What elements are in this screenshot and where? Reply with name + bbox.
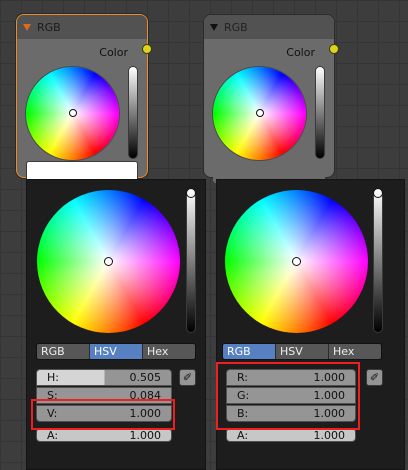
color-wheel[interactable] — [213, 67, 306, 160]
field-value: 1.000 — [313, 407, 346, 420]
field-value: 1.000 — [129, 407, 162, 420]
wheel-cursor[interactable] — [69, 109, 77, 117]
field-label: S: — [47, 389, 58, 402]
rgb-fields: R: 1.000 G: 1.000 B: 1.000 A: 1.000 — [226, 369, 356, 443]
node-header[interactable]: RGB — [17, 15, 147, 39]
hsv-fields: H: 0.505 S: 0.084 V: 1.000 A: 1.000 — [36, 369, 172, 443]
eyedropper-icon[interactable]: ✐ — [366, 369, 383, 386]
color-wheel[interactable] — [26, 67, 119, 160]
color-wheel[interactable] — [37, 190, 180, 333]
tab-hex[interactable]: Hex — [143, 344, 195, 359]
collapse-arrow-icon[interactable] — [210, 23, 218, 31]
wheel-cursor[interactable] — [256, 109, 264, 117]
value-slider[interactable] — [128, 66, 138, 159]
tab-hsv[interactable]: HSV — [276, 344, 329, 359]
field-value: 1.000 — [313, 389, 346, 402]
value-slider-knob[interactable] — [186, 188, 196, 198]
tab-rgb[interactable]: RGB — [37, 344, 90, 359]
field-value: 0.084 — [129, 389, 162, 402]
rgb-node-selected[interactable]: RGB Color — [16, 14, 152, 183]
alpha-field[interactable]: A: 1.000 — [226, 428, 356, 442]
alpha-field[interactable]: A: 1.000 — [36, 428, 172, 442]
socket-label: Color — [286, 46, 315, 59]
tab-hsv[interactable]: HSV — [90, 344, 143, 359]
saturation-field[interactable]: S: 0.084 — [36, 387, 172, 404]
color-picker-popup-hsv: RGB HSV Hex H: 0.505 S: 0.084 V: 1.000 A… — [26, 179, 206, 470]
color-wheel[interactable] — [225, 190, 368, 333]
field-value: 0.505 — [129, 371, 162, 384]
field-label: A: — [237, 428, 249, 442]
value-slider[interactable] — [186, 188, 196, 333]
hue-field[interactable]: H: 0.505 — [36, 369, 172, 386]
color-mode-tabs: RGB HSV Hex — [36, 343, 196, 360]
socket-label: Color — [99, 46, 128, 59]
output-socket[interactable] — [142, 44, 152, 54]
value-slider[interactable] — [373, 188, 383, 333]
value-field[interactable]: V: 1.000 — [36, 405, 172, 422]
color-picker-popup-rgb: RGB HSV Hex R: 1.000 G: 1.000 B: 1.000 A… — [216, 179, 405, 470]
field-value: 1.000 — [313, 371, 346, 384]
value-slider[interactable] — [315, 66, 325, 159]
node-title: RGB — [224, 20, 248, 34]
field-label: H: — [47, 371, 59, 384]
field-label: G: — [237, 389, 250, 402]
value-slider-knob[interactable] — [373, 188, 383, 198]
blue-field[interactable]: B: 1.000 — [226, 405, 356, 422]
output-socket[interactable] — [329, 44, 339, 54]
field-value: 1.000 — [313, 428, 346, 442]
field-label: V: — [47, 407, 58, 420]
tab-hex[interactable]: Hex — [329, 344, 381, 359]
node-title: RGB — [37, 20, 61, 34]
eyedropper-icon[interactable]: ✐ — [179, 369, 196, 386]
node-header[interactable]: RGB — [204, 15, 334, 39]
tab-rgb[interactable]: RGB — [223, 344, 276, 359]
field-value: 1.000 — [129, 428, 162, 442]
green-field[interactable]: G: 1.000 — [226, 387, 356, 404]
color-mode-tabs: RGB HSV Hex — [222, 343, 382, 360]
collapse-arrow-icon[interactable] — [23, 23, 31, 31]
field-label: R: — [237, 371, 249, 384]
field-label: A: — [47, 428, 59, 442]
wheel-cursor[interactable] — [104, 257, 113, 266]
rgb-node[interactable]: RGB Color — [203, 14, 339, 183]
field-label: B: — [237, 407, 249, 420]
red-field[interactable]: R: 1.000 — [226, 369, 356, 386]
wheel-cursor[interactable] — [292, 257, 301, 266]
